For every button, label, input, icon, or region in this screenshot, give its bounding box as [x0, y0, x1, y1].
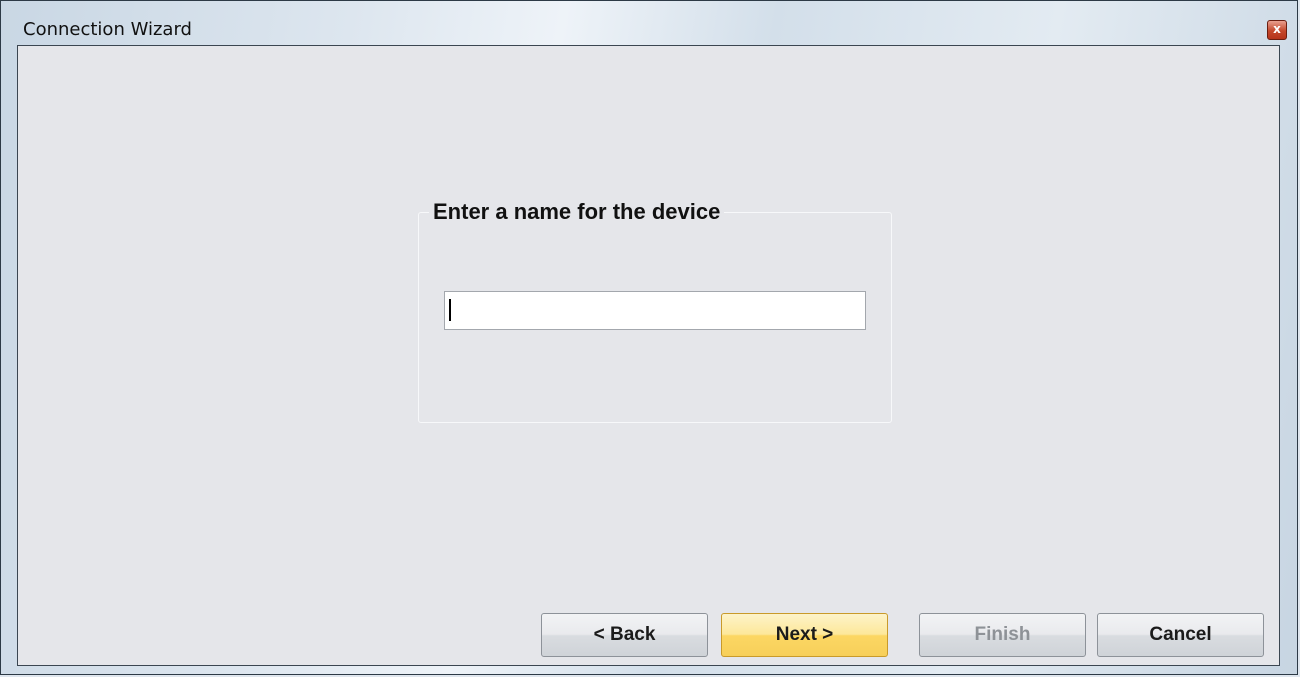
wizard-body: Enter a name for the device < Back Next …: [17, 45, 1280, 666]
title-bar[interactable]: Connection Wizard x: [1, 1, 1297, 45]
cancel-button[interactable]: Cancel: [1097, 613, 1264, 657]
close-icon[interactable]: x: [1267, 20, 1287, 40]
window-title: Connection Wizard: [23, 19, 192, 40]
device-name-input[interactable]: [444, 291, 866, 330]
text-caret: [449, 299, 451, 321]
next-button[interactable]: Next >: [721, 613, 888, 657]
connection-wizard-window: Connection Wizard x Enter a name for the…: [0, 0, 1298, 675]
finish-button[interactable]: Finish: [919, 613, 1086, 657]
device-name-group: Enter a name for the device: [418, 199, 892, 423]
group-legend: Enter a name for the device: [429, 199, 725, 225]
back-button[interactable]: < Back: [541, 613, 708, 657]
